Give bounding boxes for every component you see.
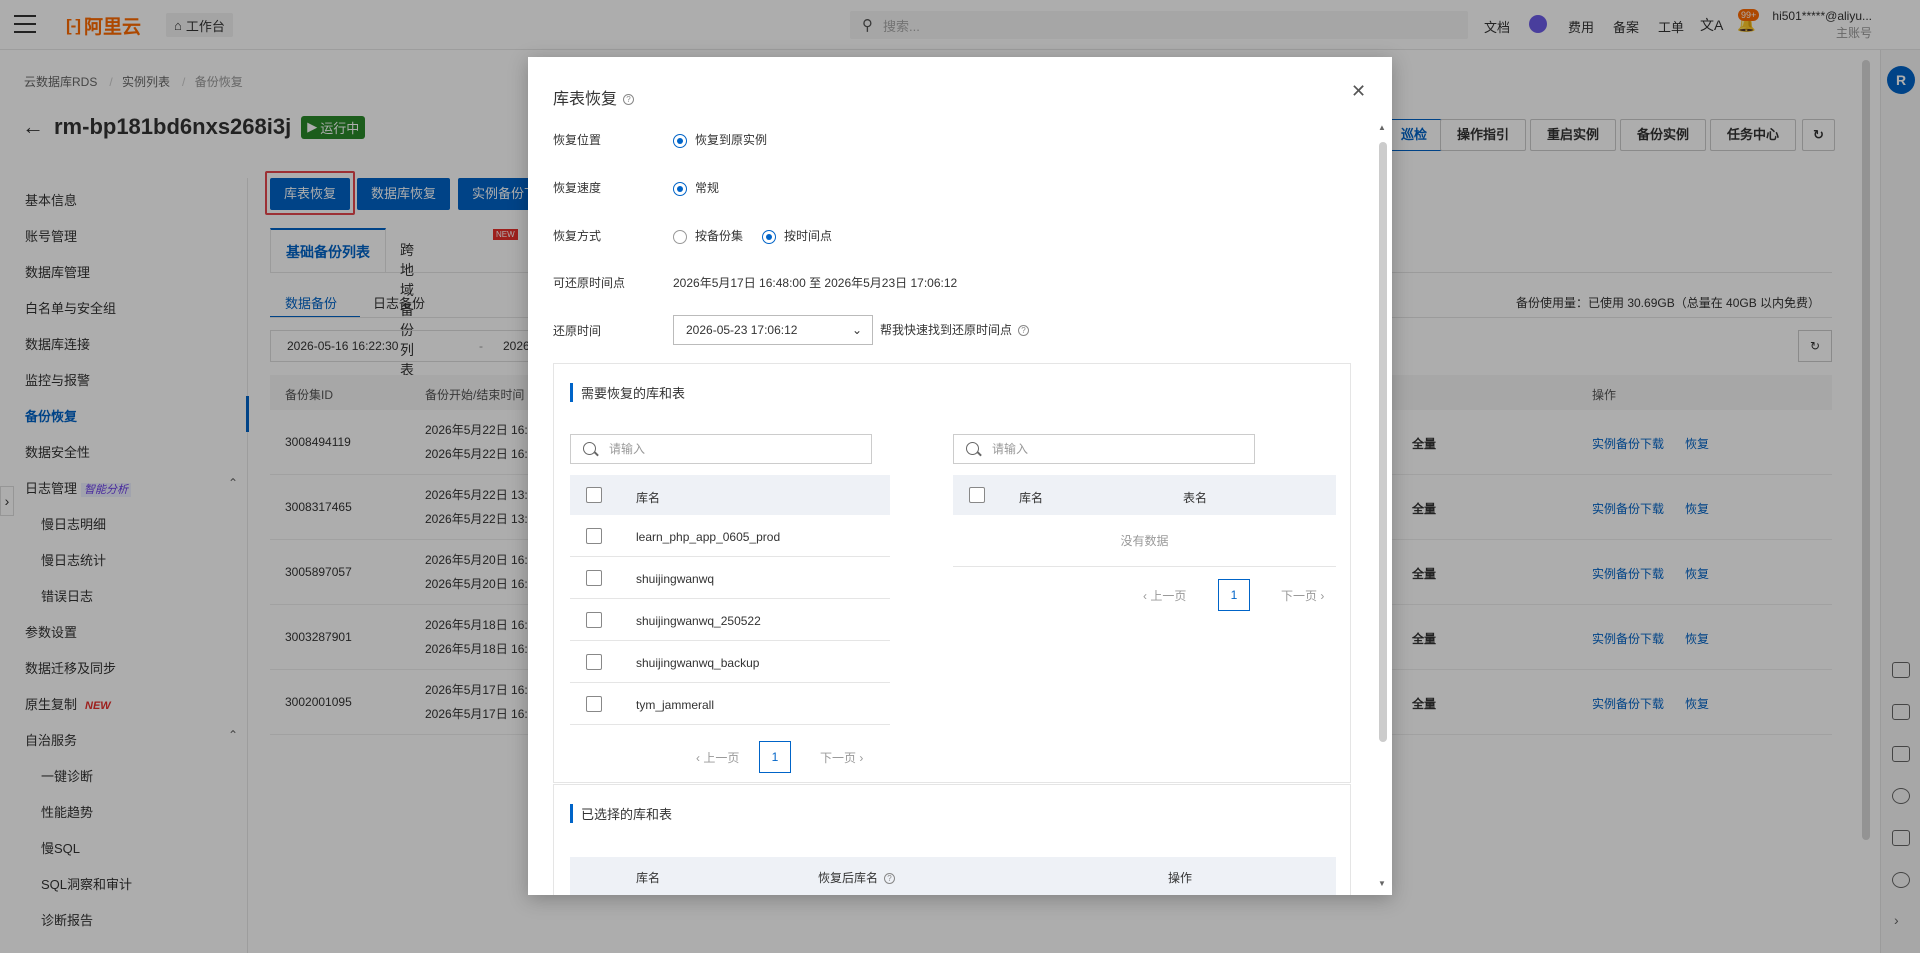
page-1[interactable]: 1: [759, 741, 791, 773]
help-icon[interactable]: ?: [1018, 325, 1030, 337]
next-page[interactable]: 下一页 ›: [1281, 587, 1324, 604]
row-checkbox[interactable]: [586, 528, 602, 544]
page-1[interactable]: 1: [1218, 579, 1250, 611]
row-checkbox[interactable]: [586, 654, 602, 670]
help-icon[interactable]: ?: [623, 94, 635, 106]
col-db-name: 库名: [636, 491, 661, 505]
range-value: 2026年5月17日 16:48:00 至 2026年5月23日 17:06:1…: [673, 276, 958, 290]
section-title: 需要恢复的库和表: [570, 383, 685, 402]
table-restore-dialog: 库表恢复? ✕ 恢复位置 恢复到原实例 恢复速度 常规 恢复方式 按备份集 按时…: [528, 57, 1392, 895]
close-icon[interactable]: ✕: [1351, 81, 1366, 102]
select-all-checkbox[interactable]: [586, 487, 602, 503]
section-title: 已选择的库和表: [570, 804, 672, 823]
table-search-input[interactable]: 请输入: [953, 434, 1255, 464]
db-row[interactable]: tym_jammerall: [570, 683, 890, 725]
next-page[interactable]: 下一页 ›: [820, 749, 863, 766]
method-timepoint-radio[interactable]: 按时间点: [762, 227, 832, 244]
location-label: 恢复位置: [553, 133, 602, 147]
select-all-checkbox[interactable]: [969, 487, 985, 503]
row-checkbox[interactable]: [586, 570, 602, 586]
db-row[interactable]: shuijingwanwq_backup: [570, 641, 890, 683]
row-checkbox[interactable]: [586, 696, 602, 712]
db-row[interactable]: shuijingwanwq_250522: [570, 599, 890, 641]
db-row[interactable]: learn_php_app_0605_prod: [570, 515, 890, 557]
speed-label: 恢复速度: [553, 181, 602, 195]
dialog-title: 库表恢复?: [553, 85, 635, 109]
prev-page[interactable]: ‹ 上一页: [696, 749, 739, 766]
selected-table-header: 库名 恢复后库名? 操作: [570, 857, 1336, 895]
help-icon[interactable]: ?: [884, 873, 896, 885]
search-icon: [583, 442, 596, 455]
method-backupset-radio[interactable]: 按备份集: [673, 227, 743, 244]
empty-state: 没有数据: [953, 515, 1336, 567]
row-checkbox[interactable]: [586, 612, 602, 628]
speed-radio[interactable]: 常规: [673, 179, 719, 196]
db-table-header: 库名: [570, 475, 890, 515]
db-row[interactable]: shuijingwanwq: [570, 557, 890, 599]
method-label: 恢复方式: [553, 229, 602, 243]
dialog-scrollbar[interactable]: [1379, 142, 1387, 742]
search-icon: [966, 442, 979, 455]
scroll-down-icon[interactable]: ▼: [1378, 879, 1386, 888]
scroll-up-icon[interactable]: ▲: [1378, 123, 1386, 132]
restore-time-select[interactable]: 2026-05-23 17:06:12 ⌄: [673, 315, 873, 345]
db-search-input[interactable]: 请输入: [570, 434, 872, 464]
location-radio[interactable]: 恢复到原实例: [673, 131, 767, 148]
chevron-down-icon: ⌄: [851, 323, 862, 337]
restore-time-label: 还原时间: [553, 324, 602, 338]
find-timepoint-link[interactable]: 帮我快速找到还原时间点?: [880, 321, 1030, 338]
range-label: 可还原时间点: [553, 276, 626, 290]
table-table-header: 库名 表名: [953, 475, 1336, 515]
prev-page[interactable]: ‹ 上一页: [1143, 587, 1186, 604]
